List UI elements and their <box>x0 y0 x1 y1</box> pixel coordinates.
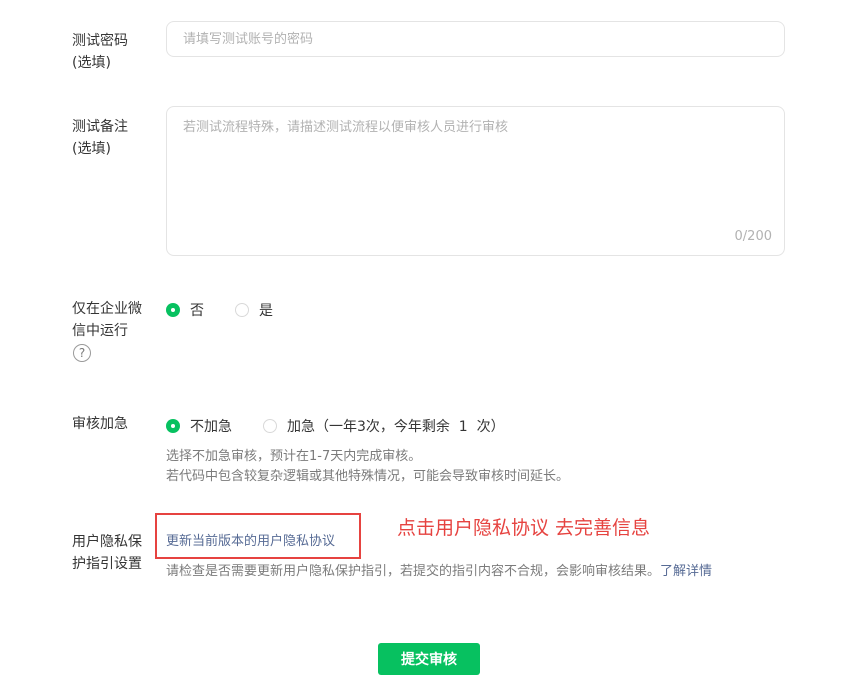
radio-wecom-no[interactable]: 否 <box>166 300 204 320</box>
priority-tip-line2: 若代码中包含较复杂逻辑或其他特殊情况，可能会导致审核时间延长。 <box>166 469 570 484</box>
test-password-label: 测试密码 (选填) <box>72 30 152 74</box>
test-note-label-line2: (选填) <box>72 141 111 157</box>
radio-no-expedite-label: 不加急 <box>190 419 232 435</box>
privacy-label: 用户隐私保 护指引设置 <box>72 531 152 575</box>
test-password-field-wrapper <box>166 21 785 57</box>
highlight-box <box>155 513 361 559</box>
annotation-text: 点击用户隐私协议 去完善信息 <box>397 517 651 539</box>
privacy-label-line1: 用户隐私保 <box>72 534 142 550</box>
wecom-only-label: 仅在企业微 信中运行 <box>72 298 152 342</box>
review-priority-label: 审核加急 <box>72 416 128 432</box>
radio-unchecked-icon <box>235 303 249 317</box>
wecom-only-label-line1: 仅在企业微 <box>72 301 142 317</box>
wecom-only-label-line2: 信中运行 <box>72 323 128 339</box>
radio-checked-icon <box>166 419 180 433</box>
privacy-tip: 请检查是否需要更新用户隐私保护指引，若提交的指引内容不合规，会影响审核结果。了解… <box>166 562 712 582</box>
test-note-label: 测试备注 (选填) <box>72 116 152 160</box>
test-note-label-line1: 测试备注 <box>72 119 128 135</box>
radio-wecom-yes[interactable]: 是 <box>235 300 273 320</box>
privacy-label-line2: 护指引设置 <box>72 556 142 572</box>
learn-more-link[interactable]: 了解详情 <box>660 564 712 579</box>
test-password-label-line1: 测试密码 <box>72 33 128 49</box>
submit-review-button[interactable]: 提交审核 <box>378 643 480 675</box>
test-note-field-wrapper: 0/200 <box>166 106 785 256</box>
priority-tip-line1: 选择不加急审核，预计在1-7天内完成审核。 <box>166 449 422 464</box>
radio-checked-icon <box>166 303 180 317</box>
radio-expedite-label: 加急（一年3次，今年剩余 1 次） <box>287 419 505 435</box>
radio-wecom-no-label: 否 <box>190 303 204 319</box>
char-counter: 0/200 <box>734 229 772 244</box>
test-password-input[interactable] <box>167 22 784 56</box>
question-circle-icon[interactable]: ? <box>73 344 91 362</box>
radio-no-expedite[interactable]: 不加急 <box>166 416 232 436</box>
test-note-textarea[interactable] <box>167 107 784 227</box>
test-password-label-line2: (选填) <box>72 55 111 71</box>
radio-expedite[interactable]: 加急（一年3次，今年剩余 1 次） <box>263 416 505 436</box>
privacy-tip-text: 请检查是否需要更新用户隐私保护指引，若提交的指引内容不合规，会影响审核结果。 <box>166 564 661 579</box>
radio-unchecked-icon <box>263 419 277 433</box>
radio-wecom-yes-label: 是 <box>259 303 273 319</box>
